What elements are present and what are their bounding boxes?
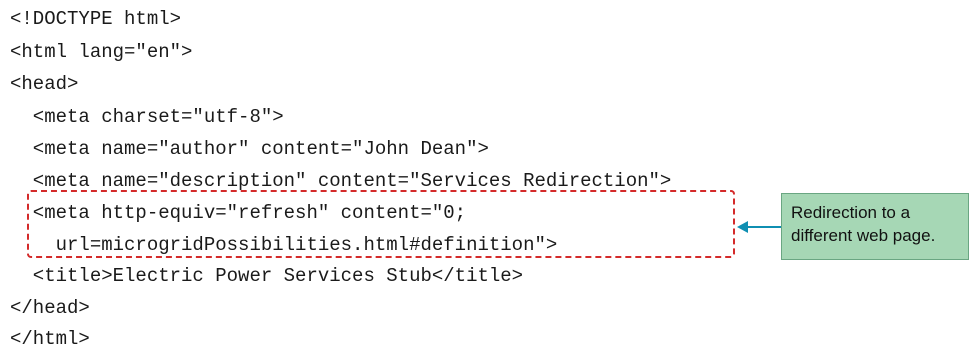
- code-line-10: </head>: [10, 297, 90, 319]
- code-line-11: </html>: [10, 328, 90, 350]
- redirect-highlight-box: [27, 190, 735, 258]
- code-line-3: <head>: [10, 73, 79, 95]
- code-line-5: <meta name="author" content="John Dean">: [10, 138, 489, 160]
- callout-arrow-line: [743, 226, 781, 228]
- code-line-2: <html lang="en">: [10, 41, 193, 63]
- code-line-4: <meta charset="utf-8">: [10, 106, 284, 128]
- code-line-9: <title>Electric Power Services Stub</tit…: [10, 265, 524, 287]
- code-line-1: <!DOCTYPE html>: [10, 8, 182, 30]
- redirection-callout: Redirection to a different web page.: [781, 193, 969, 260]
- callout-arrow-head: [737, 221, 748, 233]
